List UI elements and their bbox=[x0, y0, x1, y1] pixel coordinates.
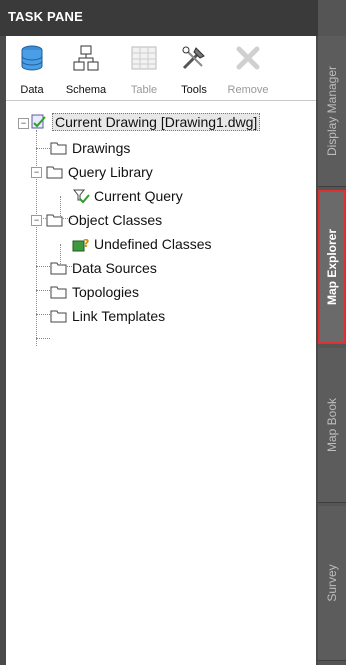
folder-icon bbox=[50, 310, 67, 323]
explorer-toolbar: Data Schema Table Tools Remove bbox=[6, 36, 316, 101]
schema-icon bbox=[73, 45, 99, 71]
table-button[interactable]: Table bbox=[124, 42, 164, 98]
tools-button-label: Tools bbox=[181, 84, 207, 96]
undefined-classes-label: Undefined Classes bbox=[94, 236, 212, 252]
current-drawing-label: Current Drawing [Drawing1.dwg] bbox=[52, 113, 261, 131]
tools-button[interactable]: Tools bbox=[174, 42, 214, 98]
tools-icon bbox=[182, 46, 205, 70]
tree-node-topologies[interactable]: Topologies bbox=[50, 282, 139, 302]
tree-node-query-library[interactable]: Query Library bbox=[46, 162, 153, 182]
query-library-label: Query Library bbox=[68, 164, 153, 180]
task-pane-titlebar: TASK PANE bbox=[0, 0, 318, 36]
remove-button[interactable]: Remove bbox=[228, 42, 268, 98]
tree-node-data-sources[interactable]: Data Sources bbox=[50, 258, 157, 278]
drawing-check-icon bbox=[31, 114, 46, 129]
data-button[interactable]: Data bbox=[12, 42, 52, 98]
svg-text:?: ? bbox=[83, 237, 89, 250]
tree-connector bbox=[36, 266, 50, 267]
schema-button[interactable]: Schema bbox=[66, 42, 106, 98]
topologies-label: Topologies bbox=[72, 284, 139, 300]
tree-connector bbox=[36, 290, 50, 291]
tree-connector bbox=[36, 314, 50, 315]
table-icon bbox=[131, 46, 157, 70]
tree-connector bbox=[36, 338, 50, 339]
tab-survey[interactable]: Survey bbox=[318, 506, 346, 661]
tree-node-current-drawing[interactable]: Current Drawing [Drawing1.dwg] bbox=[30, 112, 261, 132]
tab-survey-label: Survey bbox=[325, 564, 339, 602]
tree-node-current-query[interactable]: Current Query bbox=[72, 186, 183, 206]
task-pane-title: TASK PANE bbox=[8, 9, 83, 24]
tab-map-book-label: Map Book bbox=[325, 397, 339, 453]
table-button-label: Table bbox=[130, 84, 158, 96]
database-icon bbox=[21, 45, 43, 71]
current-query-label: Current Query bbox=[94, 188, 183, 204]
tree-connector bbox=[36, 148, 50, 149]
tab-display-manager[interactable]: Display Manager bbox=[318, 36, 346, 187]
tab-display-manager-label: Display Manager bbox=[325, 65, 339, 157]
collapse-toggle-query-library[interactable]: − bbox=[31, 167, 42, 178]
tree-node-link-templates[interactable]: Link Templates bbox=[50, 306, 165, 326]
link-templates-label: Link Templates bbox=[72, 308, 166, 324]
tab-map-book[interactable]: Map Book bbox=[318, 348, 346, 503]
remove-button-label: Remove bbox=[227, 84, 269, 96]
side-tab-strip: Display Manager Map Explorer Map Book Su… bbox=[318, 0, 346, 665]
explorer-tree: − Current Drawing [Drawing1.dwg] Drawing… bbox=[6, 108, 316, 665]
folder-icon bbox=[46, 166, 63, 179]
collapse-toggle-root[interactable]: − bbox=[18, 118, 29, 129]
undefined-class-icon: ? bbox=[72, 237, 89, 252]
tab-map-explorer[interactable]: Map Explorer bbox=[318, 190, 346, 344]
object-classes-label: Object Classes bbox=[68, 212, 163, 228]
collapse-toggle-object-classes[interactable]: − bbox=[31, 215, 42, 226]
folder-icon bbox=[50, 262, 67, 275]
folder-icon bbox=[46, 214, 63, 227]
query-funnel-icon bbox=[72, 189, 90, 204]
tab-map-explorer-label: Map Explorer bbox=[325, 228, 339, 306]
tree-node-object-classes[interactable]: Object Classes bbox=[46, 210, 162, 230]
data-button-label: Data bbox=[20, 84, 44, 96]
tree-node-undefined-classes[interactable]: ? Undefined Classes bbox=[72, 234, 212, 254]
map-explorer-panel: Data Schema Table Tools Remove − Current… bbox=[6, 36, 316, 665]
folder-icon bbox=[50, 142, 67, 155]
folder-icon bbox=[50, 286, 67, 299]
tree-node-drawings[interactable]: Drawings bbox=[50, 138, 130, 158]
data-sources-label: Data Sources bbox=[72, 260, 157, 276]
remove-icon bbox=[236, 46, 260, 70]
drawings-label: Drawings bbox=[72, 140, 131, 156]
schema-button-label: Schema bbox=[65, 84, 107, 96]
